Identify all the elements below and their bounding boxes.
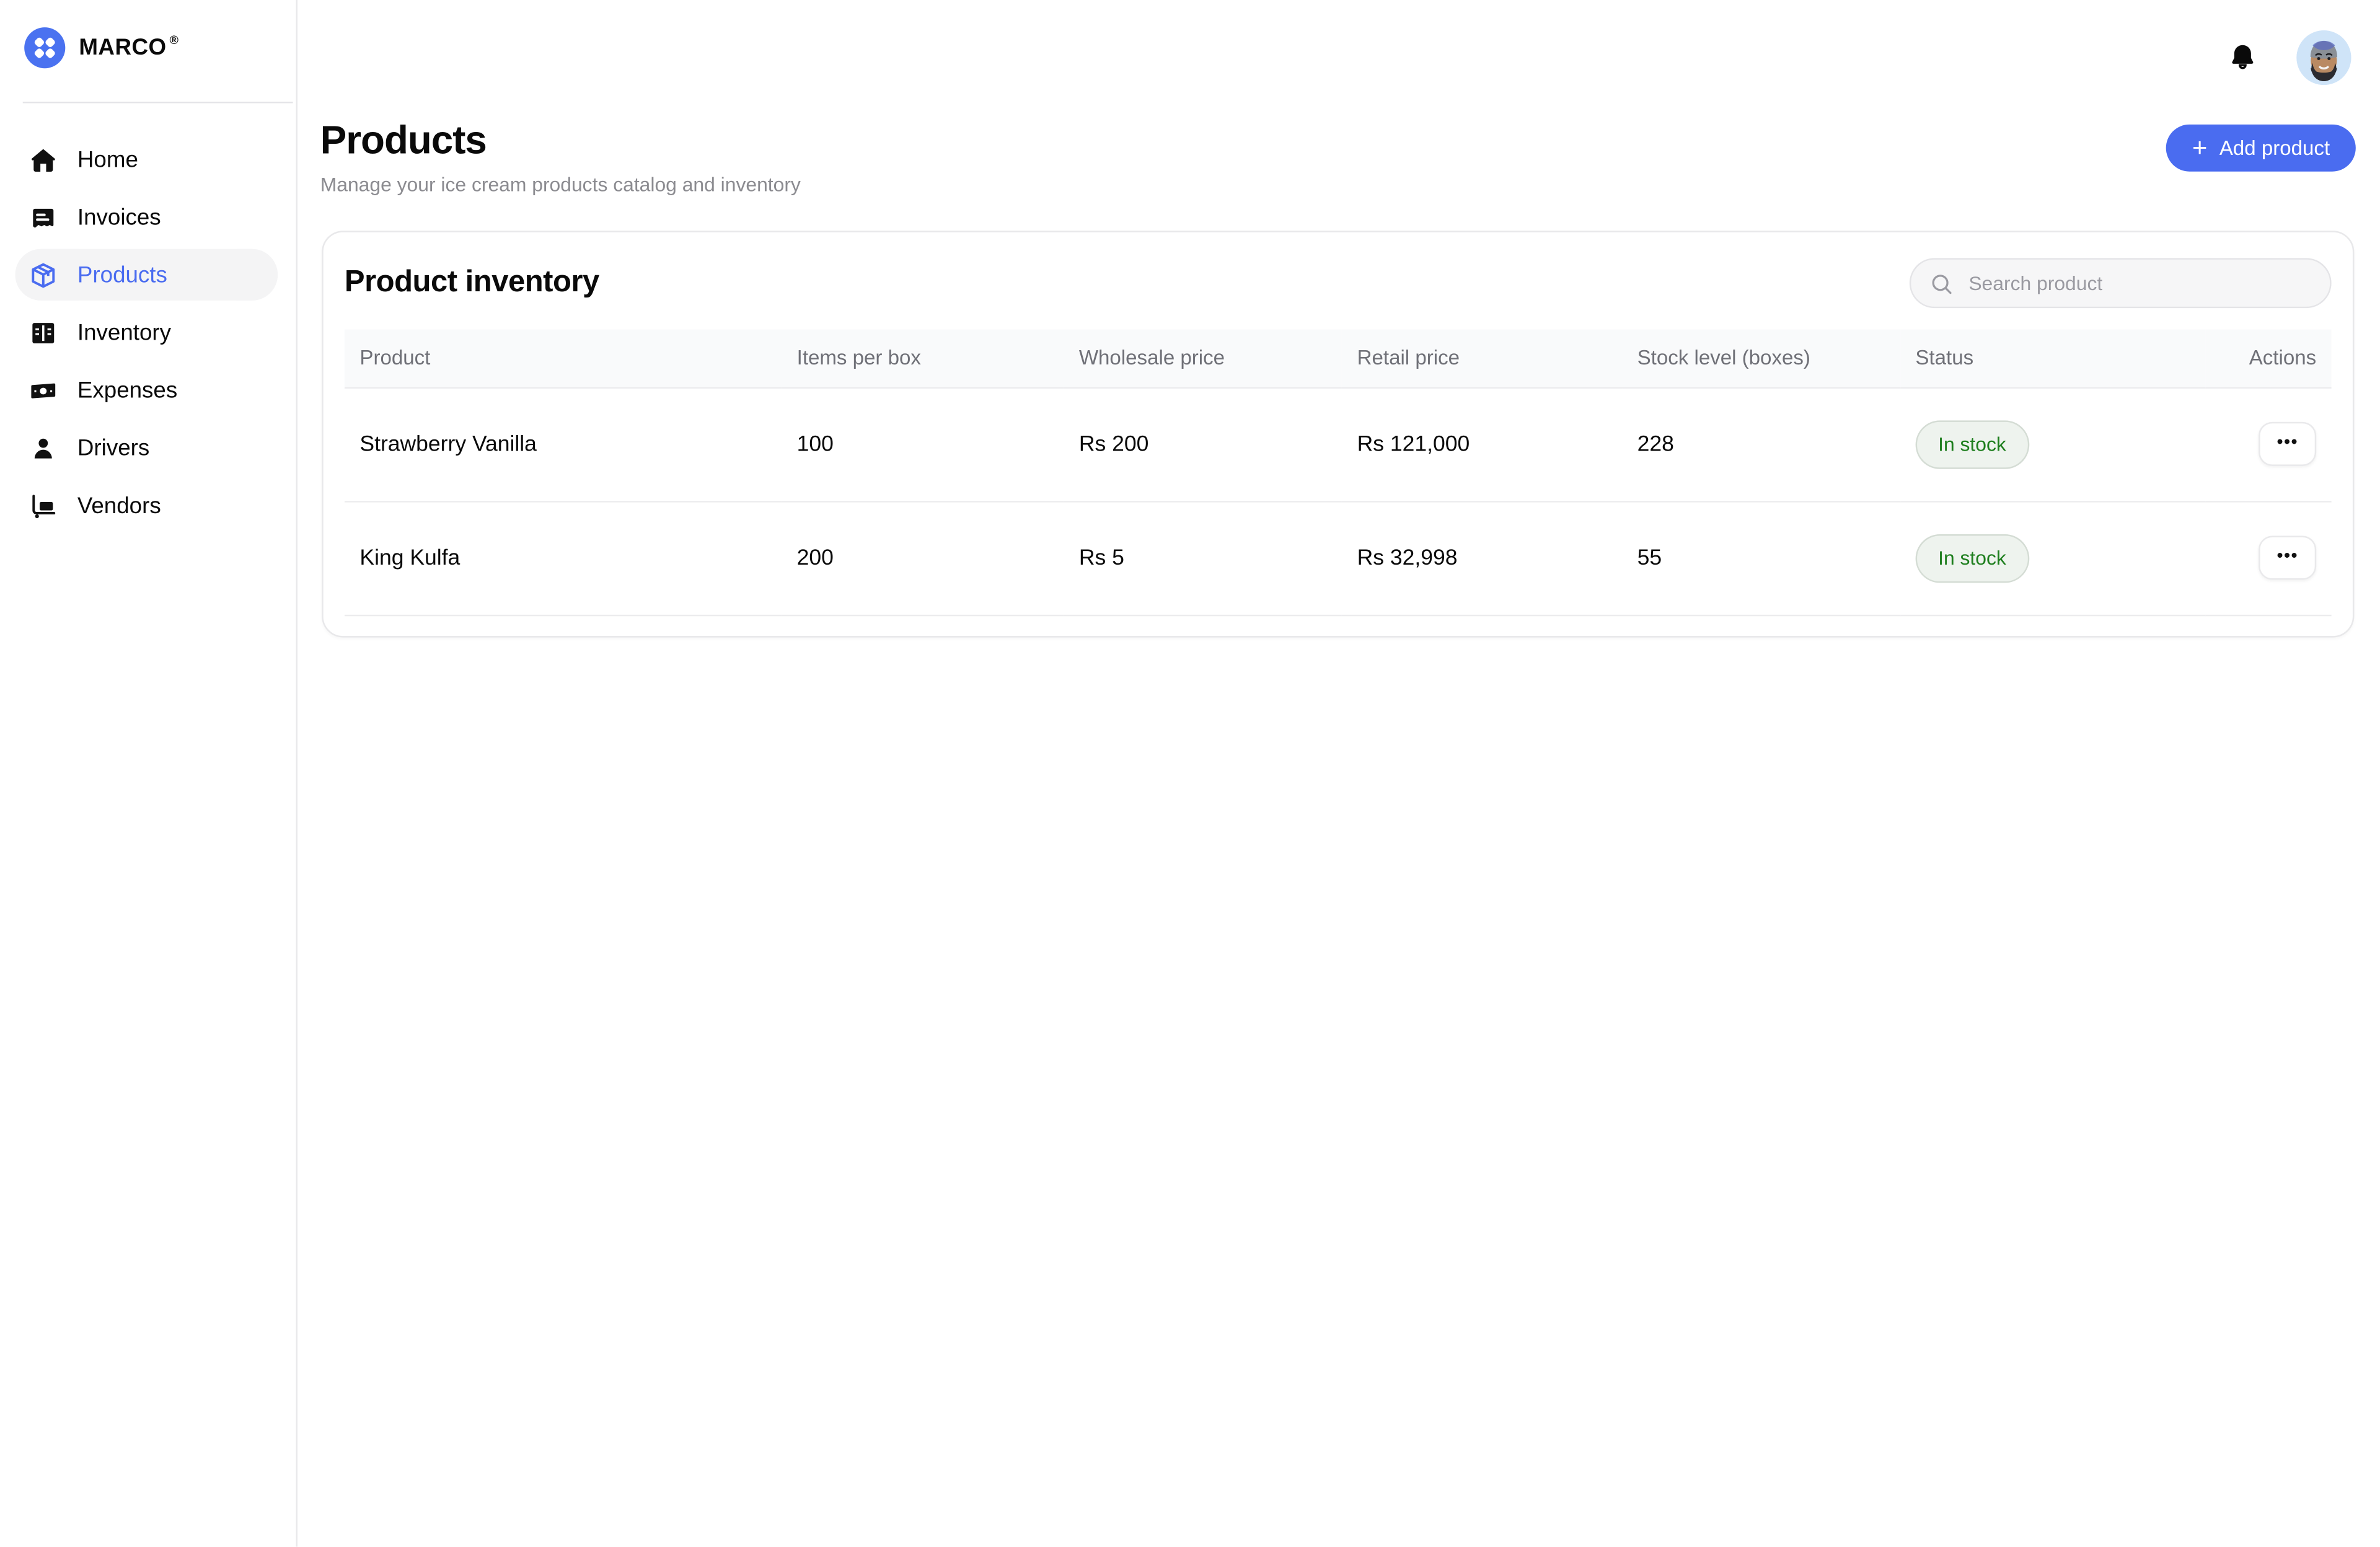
main-content: Products Manage your ice cream products … <box>298 0 2380 1547</box>
cell-wholesale-price: Rs 5 <box>1064 501 1342 615</box>
sidebar-item-vendors[interactable]: Vendors <box>15 480 278 531</box>
cell-wholesale-price: Rs 200 <box>1064 387 1342 501</box>
table-row: Strawberry Vanilla 100 Rs 200 Rs 121,000… <box>345 387 2332 501</box>
marco-logo-icon <box>24 27 65 68</box>
table-header-row: Product Items per box Wholesale price Re… <box>345 329 2332 387</box>
page-header: Products Manage your ice cream products … <box>298 85 2380 195</box>
person-icon <box>27 433 58 463</box>
col-status: Status <box>1900 329 2206 387</box>
col-stock-level: Stock level (boxes) <box>1622 329 1900 387</box>
banknote-icon <box>27 375 58 405</box>
sidebar-item-label: Drivers <box>77 435 149 461</box>
col-items-per-box: Items per box <box>782 329 1064 387</box>
sidebar-item-label: Inventory <box>77 320 171 346</box>
package-icon <box>27 260 58 290</box>
row-actions-button[interactable]: ••• <box>2259 536 2316 580</box>
col-product: Product <box>345 329 782 387</box>
topbar <box>298 0 2380 85</box>
ellipsis-icon: ••• <box>2276 547 2298 565</box>
inventory-icon <box>27 317 58 348</box>
cell-retail-price: Rs 32,998 <box>1342 501 1622 615</box>
user-avatar[interactable] <box>2296 30 2351 85</box>
sidebar-item-label: Expenses <box>77 377 177 403</box>
cell-items-per-box: 100 <box>782 387 1064 501</box>
registered-mark: ® <box>169 33 178 47</box>
col-wholesale-price: Wholesale price <box>1064 329 1342 387</box>
search-icon <box>1929 271 1954 295</box>
sidebar-item-label: Invoices <box>77 204 161 230</box>
product-inventory-card: Product inventory Product Items per box … <box>322 231 2354 637</box>
col-actions: Actions <box>2206 329 2332 387</box>
search-input[interactable] <box>1965 270 2311 296</box>
sidebar-item-expenses[interactable]: Expenses <box>15 364 278 416</box>
sidebar: MARCO® Home Invoices Products <box>0 0 298 1547</box>
notification-bell-icon[interactable] <box>2225 40 2259 76</box>
row-actions-button[interactable]: ••• <box>2259 422 2316 466</box>
product-table: Product Items per box Wholesale price Re… <box>345 329 2332 615</box>
cell-items-per-box: 200 <box>782 501 1064 615</box>
table-row: King Kulfa 200 Rs 5 Rs 32,998 55 In stoc… <box>345 501 2332 615</box>
cell-stock-level: 55 <box>1622 501 1900 615</box>
sidebar-nav: Home Invoices Products Inventory <box>0 134 296 532</box>
col-retail-price: Retail price <box>1342 329 1622 387</box>
brand-logo[interactable]: MARCO® <box>0 0 296 68</box>
card-title: Product inventory <box>345 266 599 301</box>
invoice-icon <box>27 202 58 232</box>
sidebar-item-products[interactable]: Products <box>15 249 278 301</box>
search-product-field[interactable] <box>1910 258 2332 308</box>
sidebar-item-inventory[interactable]: Inventory <box>15 307 278 358</box>
sidebar-divider <box>23 102 293 103</box>
card-header: Product inventory <box>324 232 2353 330</box>
home-icon <box>27 144 58 175</box>
sidebar-item-drivers[interactable]: Drivers <box>15 422 278 474</box>
page-subtitle: Manage your ice cream products catalog a… <box>320 172 801 195</box>
add-product-button[interactable]: + Add product <box>2166 125 2356 172</box>
sidebar-item-label: Vendors <box>77 493 161 519</box>
cell-product-name: Strawberry Vanilla <box>345 387 782 501</box>
card-footer-spacer <box>324 615 2353 635</box>
cell-retail-price: Rs 121,000 <box>1342 387 1622 501</box>
status-badge: In stock <box>1915 420 2029 468</box>
plus-icon: + <box>2192 134 2207 161</box>
add-product-label: Add product <box>2219 136 2330 159</box>
sidebar-item-home[interactable]: Home <box>15 134 278 185</box>
cell-stock-level: 228 <box>1622 387 1900 501</box>
brand-name: MARCO® <box>79 35 178 61</box>
page-title: Products <box>320 118 801 162</box>
status-badge: In stock <box>1915 534 2029 582</box>
ellipsis-icon: ••• <box>2276 433 2298 451</box>
sidebar-item-label: Products <box>77 262 167 288</box>
sidebar-item-invoices[interactable]: Invoices <box>15 192 278 243</box>
sidebar-item-label: Home <box>77 146 138 172</box>
cell-product-name: King Kulfa <box>345 501 782 615</box>
cart-icon <box>27 490 58 521</box>
app-root: MARCO® Home Invoices Products <box>0 0 2380 1547</box>
